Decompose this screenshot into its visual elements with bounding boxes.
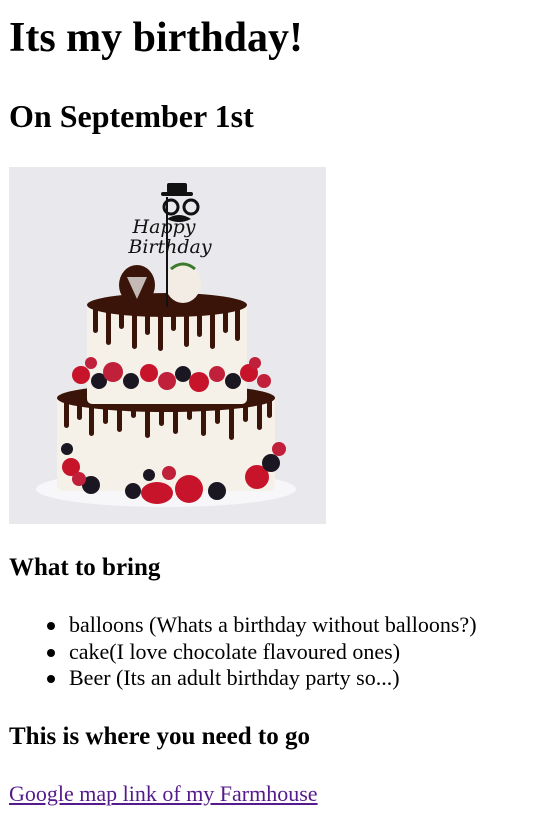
page-subtitle: On September 1st xyxy=(9,98,254,134)
bullet-icon xyxy=(47,622,55,630)
bullet-icon xyxy=(47,648,55,657)
google-map-link[interactable]: Google map link of my Farmhouse xyxy=(9,780,318,808)
what-to-bring-heading: What to bring xyxy=(9,554,161,581)
birthday-cake-image: Happy Birthday xyxy=(9,167,326,524)
list-item-label: Beer (Its an adult birthday party so...) xyxy=(69,665,400,690)
list-item-label: cake(I love chocolate flavoured ones) xyxy=(69,638,401,664)
bullet-icon xyxy=(47,675,55,683)
svg-text:Birthday: Birthday xyxy=(127,236,211,258)
page-title: Its my birthday! xyxy=(9,15,304,61)
svg-text:Happy: Happy xyxy=(132,216,196,238)
list-item: Beer (Its an adult birthday party so...) xyxy=(9,665,477,692)
list-item: balloons (Whats a birthday without ballo… xyxy=(9,612,477,639)
location-heading: This is where you need to go xyxy=(9,723,310,750)
bring-list: balloons (Whats a birthday without ballo… xyxy=(9,612,477,692)
list-item: cake(I love chocolate flavoured ones) xyxy=(9,639,477,666)
list-item-label: balloons (Whats a birthday without ballo… xyxy=(69,612,477,637)
